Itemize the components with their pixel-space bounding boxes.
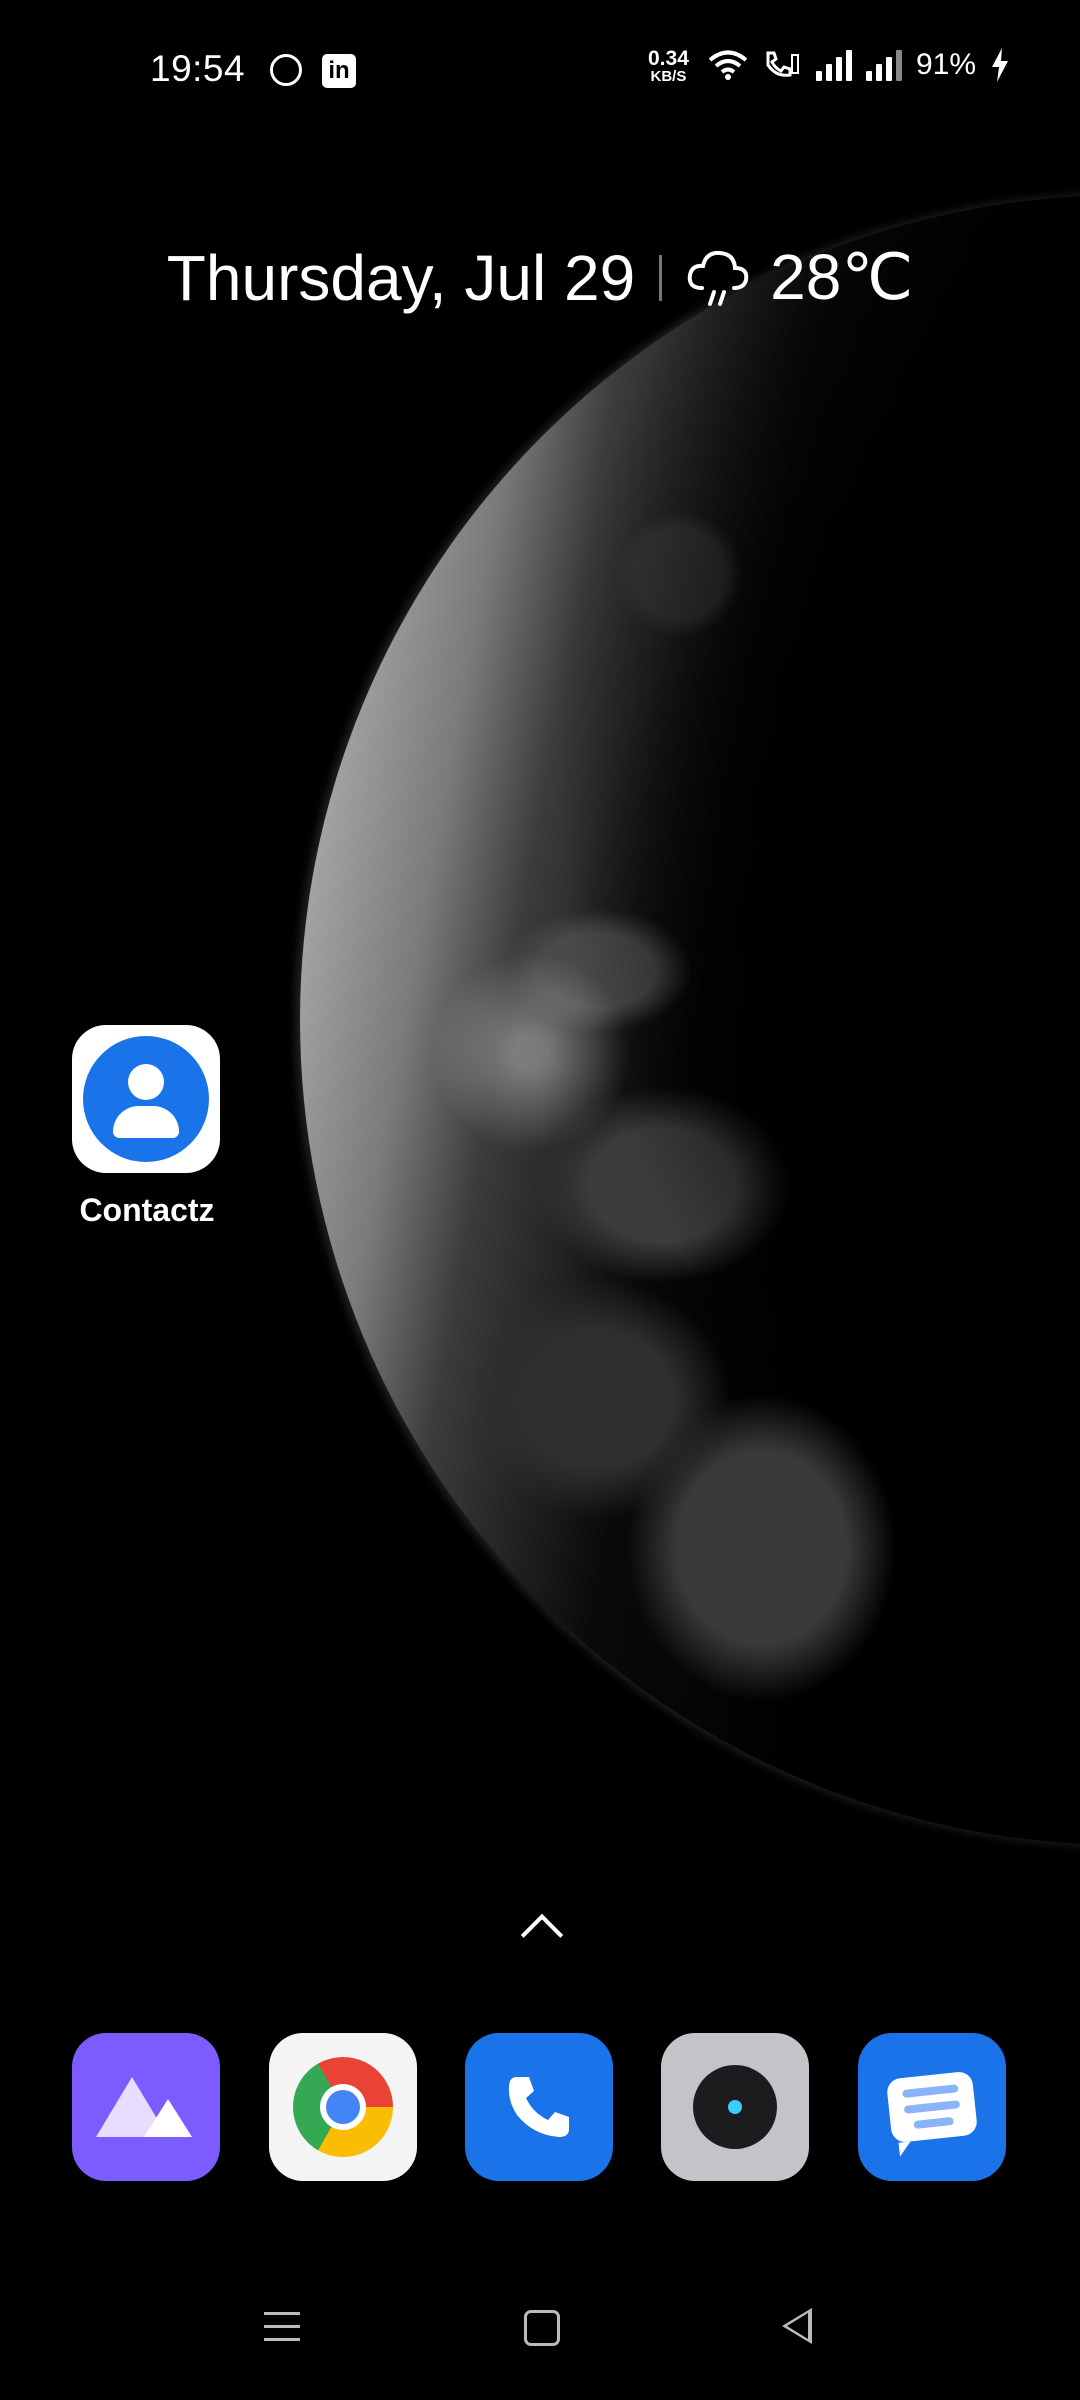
home-screen: 19:54 in 0.34 KB/S 91% Thursday, Jul 29 … bbox=[0, 0, 1080, 2400]
messages-app-icon[interactable] bbox=[858, 2033, 1006, 2181]
weather: 28℃ bbox=[686, 240, 913, 315]
contacts-icon bbox=[83, 1036, 209, 1162]
camera-app-icon[interactable] bbox=[661, 2033, 809, 2181]
messages-icon bbox=[885, 2070, 979, 2144]
date-weather-widget[interactable]: Thursday, Jul 29 28℃ bbox=[0, 240, 1080, 315]
whatsapp-icon bbox=[270, 54, 302, 86]
chrome-icon bbox=[293, 2057, 393, 2157]
wallpaper-shadow bbox=[300, 195, 1080, 1845]
phone-app-icon[interactable] bbox=[465, 2033, 613, 2181]
chrome-app-icon[interactable] bbox=[269, 2033, 417, 2181]
temperature-text: 28℃ bbox=[770, 241, 914, 313]
volte-call-icon bbox=[766, 51, 799, 77]
wifi-icon bbox=[708, 50, 748, 80]
app-drawer-chevron-up-icon[interactable] bbox=[520, 1913, 564, 1957]
status-bar[interactable]: 19:54 in 0.34 KB/S 91% bbox=[0, 0, 1080, 140]
contacts-app-icon[interactable] bbox=[72, 1025, 220, 1173]
cloud-rain-icon bbox=[687, 250, 749, 306]
recents-menu-icon[interactable] bbox=[264, 2312, 300, 2351]
battery-percent: 91% bbox=[915, 48, 976, 81]
linkedin-icon: in bbox=[322, 54, 356, 88]
network-speed-unit: KB/S bbox=[650, 68, 687, 85]
gallery-app-icon[interactable] bbox=[72, 2033, 220, 2181]
contacts-app-label[interactable]: Contactz bbox=[37, 1192, 257, 1229]
widget-divider bbox=[659, 254, 663, 301]
gallery-icon bbox=[96, 2077, 196, 2137]
network-speed-value: 0.34 bbox=[648, 47, 689, 70]
status-time: 19:54 bbox=[150, 48, 246, 89]
signal-sim2-icon bbox=[865, 49, 902, 81]
navigation-bar bbox=[0, 2290, 1080, 2380]
back-triangle-icon[interactable] bbox=[782, 2308, 812, 2344]
status-icons: 91% bbox=[708, 48, 1010, 82]
camera-icon bbox=[693, 2065, 777, 2149]
date-text: Thursday, Jul 29 bbox=[166, 241, 636, 314]
charging-bolt-icon bbox=[992, 48, 1008, 82]
signal-sim1-icon bbox=[815, 49, 852, 81]
home-square-icon[interactable] bbox=[524, 2310, 560, 2346]
network-speed: 0.34 KB/S bbox=[648, 47, 689, 86]
phone-icon bbox=[508, 2077, 569, 2137]
